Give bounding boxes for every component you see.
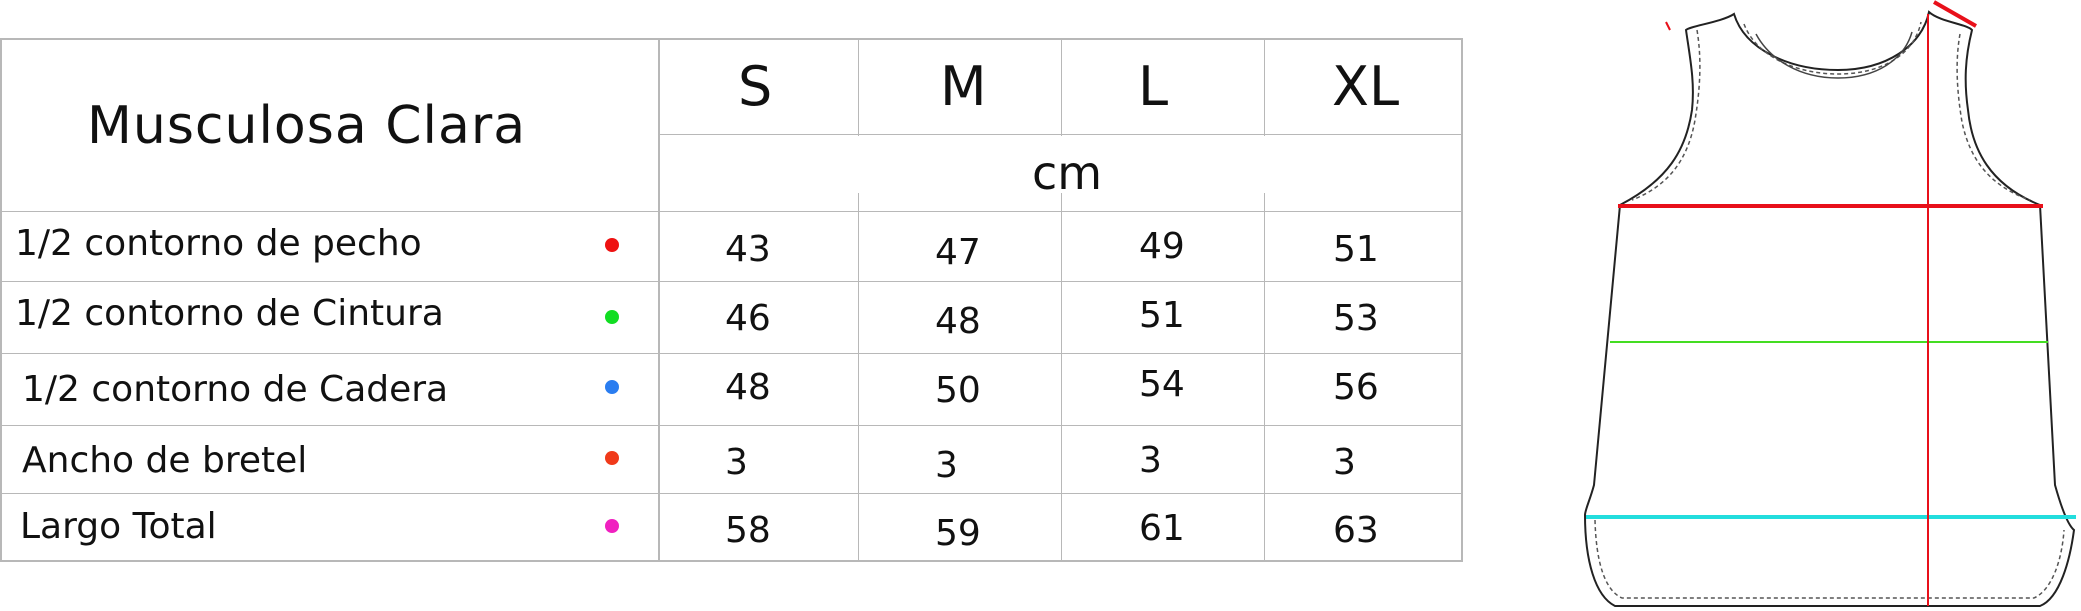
value-strap-xl: 3: [1333, 442, 1356, 483]
value-length-m: 59: [935, 513, 981, 554]
value-length-xl: 63: [1333, 510, 1379, 551]
row-label-strap: Ancho de bretel: [22, 440, 308, 481]
table-divider-m-l-header: [1061, 38, 1062, 136]
chest-color-dot: [605, 238, 619, 252]
value-length-s: 58: [725, 510, 771, 551]
row-label-chest: 1/2 contorno de pecho: [15, 223, 422, 264]
value-hip-l: 54: [1139, 364, 1185, 405]
value-waist-s: 46: [725, 298, 771, 339]
value-hip-m: 50: [935, 370, 981, 411]
value-waist-l: 51: [1139, 295, 1185, 336]
table-divider-row5: [0, 493, 1463, 494]
size-header-m: M: [940, 55, 987, 118]
table-divider-row3: [0, 353, 1463, 354]
strap-tick-mark: [1665, 21, 1671, 31]
table-divider-s-m: [858, 193, 859, 562]
value-strap-m: 3: [935, 445, 958, 486]
table-divider-l-xl-header: [1264, 38, 1265, 136]
table-border-right: [1461, 38, 1463, 562]
table-divider-label: [658, 38, 660, 562]
row-label-waist: 1/2 contorno de Cintura: [15, 293, 444, 334]
size-header-l: L: [1138, 55, 1169, 118]
value-chest-l: 49: [1139, 226, 1185, 267]
unit-label: cm: [1032, 146, 1103, 200]
value-hip-s: 48: [725, 367, 771, 408]
row-label-length: Largo Total: [20, 506, 217, 547]
value-chest-m: 47: [935, 232, 981, 273]
table-divider-row1: [0, 211, 1463, 212]
table-divider-row4: [0, 425, 1463, 426]
table-border-left: [0, 38, 2, 562]
value-hip-xl: 56: [1333, 367, 1379, 408]
row-label-hip: 1/2 contorno de Cadera: [22, 369, 449, 410]
table-border-top: [0, 38, 1463, 40]
tank-top-icon: [1583, 0, 2076, 607]
value-length-l: 61: [1139, 508, 1185, 549]
value-strap-l: 3: [1139, 440, 1162, 481]
table-divider-s-m-header: [858, 38, 859, 136]
value-strap-s: 3: [725, 442, 748, 483]
waist-color-dot: [605, 310, 619, 324]
strap-color-dot: [605, 451, 619, 465]
value-waist-m: 48: [935, 301, 981, 342]
table-title: Musculosa Clara: [87, 96, 527, 156]
value-waist-xl: 53: [1333, 298, 1379, 339]
length-color-dot: [605, 519, 619, 533]
size-header-xl: XL: [1332, 55, 1400, 118]
table-border-bottom: [0, 560, 1463, 562]
hip-color-dot: [605, 380, 619, 394]
table-divider-l-xl: [1264, 193, 1265, 562]
table-divider-m-l: [1061, 193, 1062, 562]
value-chest-xl: 51: [1333, 229, 1379, 270]
size-header-s: S: [738, 55, 773, 118]
value-chest-s: 43: [725, 229, 771, 270]
table-divider-row2: [0, 281, 1463, 282]
table-divider-unit: [658, 134, 1463, 135]
size-chart-table: Musculosa Clara S M L XL cm 1/2 contorno…: [0, 38, 1463, 562]
